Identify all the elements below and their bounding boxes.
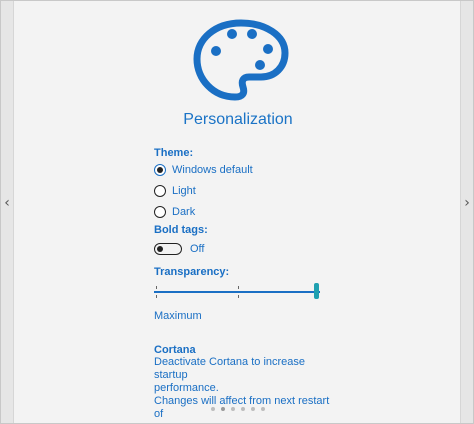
slider-tick bbox=[238, 286, 239, 289]
page-dot[interactable] bbox=[251, 407, 255, 411]
cortana-line: performance. bbox=[154, 382, 219, 394]
previous-page-button[interactable]: ‹ bbox=[1, 191, 13, 215]
slider-tick bbox=[156, 295, 157, 298]
page-dot[interactable] bbox=[231, 407, 235, 411]
theme-option-windows-default[interactable]: Windows default bbox=[154, 159, 354, 180]
page-dot[interactable] bbox=[241, 407, 245, 411]
bold-tags-state: Off bbox=[190, 243, 205, 255]
theme-option-label: Windows default bbox=[172, 163, 253, 176]
chevron-right-icon: › bbox=[464, 195, 470, 211]
slider-tick bbox=[238, 295, 239, 298]
chevron-left-icon: ‹ bbox=[4, 195, 10, 211]
toggle-knob bbox=[157, 245, 163, 252]
page-title: Personalization bbox=[183, 111, 293, 128]
transparency-slider[interactable] bbox=[154, 280, 324, 304]
theme-option-label: Dark bbox=[172, 205, 196, 218]
radio-button[interactable] bbox=[154, 184, 166, 197]
cortana-description: Deactivate Cortana to increase startup p… bbox=[154, 356, 334, 421]
palette-icon bbox=[191, 19, 291, 101]
cortana-heading: Cortana bbox=[154, 344, 196, 356]
personalization-page: ‹ › Personalization Theme: Windows defau… bbox=[0, 0, 474, 424]
cortana-line: Deactivate Cortana to increase startup bbox=[154, 356, 306, 381]
next-page-button[interactable]: › bbox=[461, 191, 473, 215]
slider-track bbox=[154, 291, 320, 293]
radio-button[interactable] bbox=[154, 163, 166, 176]
radio-button[interactable] bbox=[154, 205, 166, 218]
slider-thumb[interactable] bbox=[314, 283, 319, 299]
bold-tags-label: Bold tags: bbox=[154, 224, 208, 236]
settings-panel: Theme: Windows default Light Dark Bold t… bbox=[154, 147, 354, 421]
page-dot[interactable] bbox=[211, 407, 215, 411]
transparency-label: Transparency: bbox=[154, 266, 230, 278]
page-dot[interactable] bbox=[261, 407, 265, 411]
page-dot[interactable] bbox=[221, 407, 225, 411]
theme-option-light[interactable]: Light bbox=[154, 180, 354, 201]
transparency-value: Maximum bbox=[154, 310, 202, 322]
page-indicator bbox=[1, 407, 474, 411]
theme-option-dark[interactable]: Dark bbox=[154, 201, 354, 222]
slider-tick bbox=[156, 286, 157, 289]
theme-option-label: Light bbox=[172, 184, 196, 197]
bold-tags-toggle[interactable] bbox=[154, 243, 182, 255]
theme-label: Theme: bbox=[154, 147, 194, 159]
radio-selected-dot bbox=[157, 166, 163, 173]
bold-tags-toggle-row: Off bbox=[154, 238, 354, 260]
